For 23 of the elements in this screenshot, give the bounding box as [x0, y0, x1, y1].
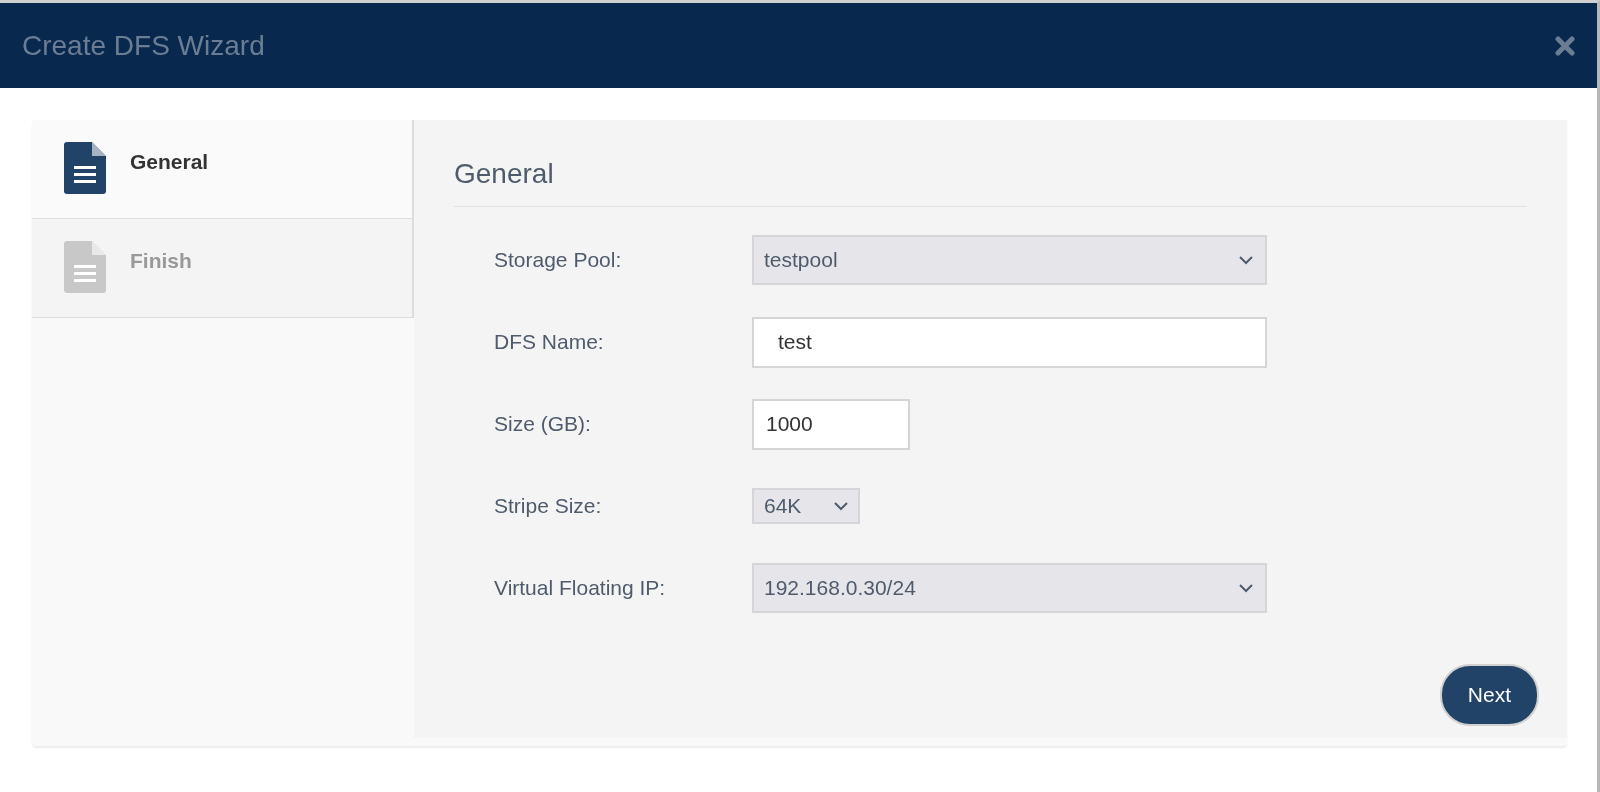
- input-field[interactable]: 1000: [752, 398, 910, 450]
- document-icon: [64, 241, 106, 293]
- wizard-step[interactable]: General: [32, 120, 414, 219]
- step-label: General: [130, 150, 209, 174]
- select-field[interactable]: 192.168.0.30/24: [752, 563, 1267, 613]
- close-icon: [1555, 35, 1575, 56]
- select-field[interactable]: testpool: [752, 235, 1267, 285]
- field-label: Storage Pool:: [494, 248, 623, 272]
- document-icon: [64, 142, 106, 194]
- chevron-down-icon: [1239, 583, 1253, 593]
- select-field[interactable]: 64K: [752, 488, 860, 524]
- input-field[interactable]: test: [752, 316, 1267, 368]
- close-button[interactable]: [1555, 35, 1575, 56]
- next-button[interactable]: Next: [1439, 664, 1539, 726]
- field-label: Virtual Floating IP:: [494, 576, 667, 600]
- chevron-down-icon: [834, 501, 848, 511]
- step-label: Finish: [130, 249, 192, 273]
- field-label: Size (GB):: [494, 412, 592, 436]
- dialog-title: Create DFS Wizard: [22, 29, 265, 62]
- field-label: DFS Name:: [494, 330, 605, 354]
- chevron-down-icon: [1239, 255, 1253, 265]
- section-heading: General: [454, 158, 1527, 207]
- field-label: Stripe Size:: [494, 494, 603, 518]
